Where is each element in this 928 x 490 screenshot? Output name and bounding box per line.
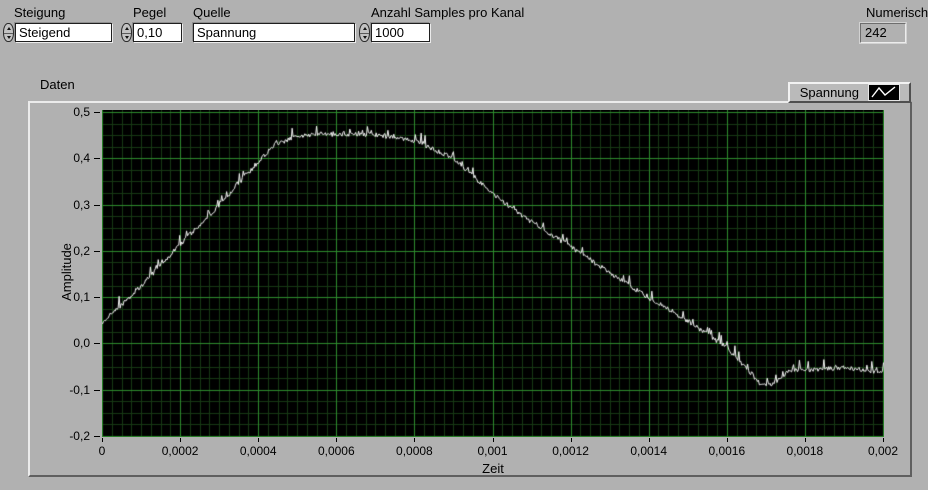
legend-button[interactable]: Spannung [788, 82, 911, 103]
x-tick-label: 0,0018 [786, 444, 824, 458]
x-tick-mark [493, 438, 494, 442]
pegel-field[interactable] [133, 23, 182, 42]
y-tick-mark [94, 343, 100, 344]
decrement-icon[interactable] [360, 34, 369, 42]
x-tick-mark [180, 438, 181, 442]
steigung-spinner [3, 23, 14, 42]
x-tick-label: 0,0006 [317, 444, 355, 458]
x-axis-label: Zeit [482, 461, 504, 476]
x-tick-mark [102, 438, 103, 442]
y-tick-label: -0,1 [69, 382, 90, 397]
anzahl-samples-field[interactable] [371, 23, 430, 42]
y-tick-mark [94, 390, 100, 391]
y-tick-label: 0,1 [73, 290, 90, 305]
increment-icon[interactable] [4, 24, 13, 34]
quelle-label: Quelle [193, 5, 231, 20]
y-tick-mark [94, 297, 100, 298]
increment-icon[interactable] [122, 24, 131, 34]
y-tick-mark [94, 251, 100, 252]
decrement-icon[interactable] [122, 34, 131, 42]
x-tick-mark [883, 438, 884, 442]
legend-label: Spannung [799, 85, 859, 100]
increment-icon[interactable] [360, 24, 369, 34]
x-tick-mark [571, 438, 572, 442]
x-tick-label: 0,0012 [552, 444, 589, 458]
x-tick-label: 0,0004 [239, 444, 277, 458]
y-tick-label: 0,0 [73, 336, 90, 351]
x-tick-label: 0,0008 [396, 444, 433, 458]
y-tick-label: 0,3 [73, 197, 90, 212]
x-tick-label: 0,0002 [161, 444, 199, 458]
x-tick-label: 0,001 [477, 444, 508, 458]
steigung-field[interactable] [15, 23, 112, 42]
anzahl-samples-spinner [359, 23, 370, 42]
x-tick-mark [727, 438, 728, 442]
plot-area [102, 110, 884, 437]
pegel-label: Pegel [133, 5, 167, 20]
x-tick-label: 0,0016 [708, 444, 746, 458]
graph-title: Daten [40, 77, 75, 92]
numerisch-indicator: 242 [859, 22, 907, 44]
x-tick-mark [649, 438, 650, 442]
y-tick-mark [94, 158, 100, 159]
y-tick-label: 0,5 [73, 105, 90, 119]
pegel-spinner [121, 23, 132, 42]
numerisch-label: Numerisch [866, 5, 928, 20]
y-tick-mark [94, 112, 100, 113]
y-tick-label: -0,2 [69, 429, 90, 443]
steigung-label: Steigung [14, 5, 66, 20]
y-tick-label: 0,2 [73, 243, 90, 258]
front-panel: Steigung Pegel Quelle Anzahl Samples pro… [0, 0, 928, 490]
y-tick-mark [94, 436, 100, 437]
anzahl-samples-label: Anzahl Samples pro Kanal [371, 5, 525, 20]
waveform-icon [868, 84, 900, 101]
x-tick-mark [258, 438, 259, 442]
x-tick-label: 0,0014 [630, 444, 668, 458]
decrement-icon[interactable] [4, 34, 13, 42]
x-tick-label: 0,002 [867, 444, 899, 458]
x-tick-mark [336, 438, 337, 442]
x-tick-label: 0 [98, 444, 106, 458]
y-tick-label: 0,4 [73, 151, 90, 166]
quelle-field[interactable] [193, 23, 355, 42]
x-tick-mark [805, 438, 806, 442]
x-tick-mark [414, 438, 415, 442]
y-tick-mark [94, 205, 100, 206]
